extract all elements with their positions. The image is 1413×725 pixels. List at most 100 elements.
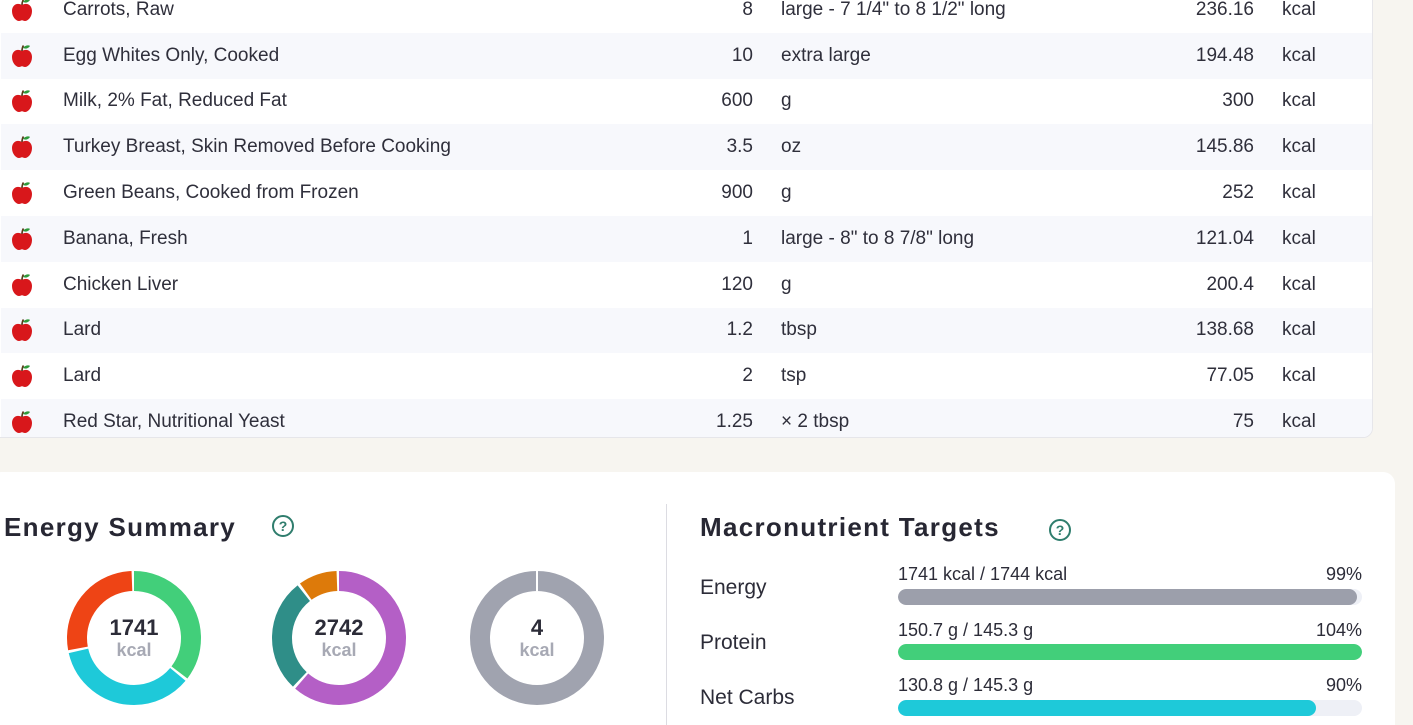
macro-percent-energy: 99% (1325, 564, 1362, 584)
macro-label-net-carbs: Net Carbs (700, 686, 795, 709)
food-amount: 1.2 (726, 319, 753, 341)
energy-target-donut[interactable]: 4 kcal (467, 568, 607, 708)
food-name: Lard (63, 319, 102, 341)
food-amount: 120 (721, 273, 753, 295)
food-amount: 900 (721, 182, 753, 204)
food-log-rows: Carrots, Raw 8 large - 7 1/4" to 8 1/2" lo… (1, 0, 1372, 437)
food-calories-unit: kcal (1282, 0, 1316, 20)
food-unit: large - 7 1/4" to 8 1/2" long (781, 0, 1006, 20)
apple-icon (11, 410, 33, 434)
food-amount: 8 (742, 0, 753, 20)
food-calories-unit: kcal (1282, 273, 1316, 295)
food-name: Banana, Fresh (63, 227, 188, 249)
food-calories: 145.86 (1195, 136, 1254, 158)
food-unit: extra large (781, 44, 871, 66)
macro-percent-protein: 104% (1315, 620, 1362, 640)
donut-unit: kcal (116, 640, 152, 660)
macro-bar-fill (898, 700, 1316, 716)
macro-bar-fill (898, 589, 1358, 605)
apple-icon (11, 227, 33, 251)
food-amount: 1.25 (716, 411, 753, 433)
food-row[interactable]: Turkey Breast, Skin Removed Before Cooki… (1, 124, 1372, 171)
food-name: Red Star, Nutritional Yeast (63, 411, 285, 433)
food-unit: g (781, 90, 792, 112)
donut-unit: kcal (519, 640, 555, 660)
food-amount: 1 (742, 227, 753, 249)
food-row[interactable]: Red Star, Nutritional Yeast 1.25 × 2 tbsp 7… (1, 399, 1372, 437)
food-row[interactable]: Chicken Liver 120 g 200.4 kcal (1, 262, 1372, 308)
food-amount: 3.5 (726, 136, 753, 158)
macro-targets-title: Macronutrient Targets (700, 512, 1000, 542)
food-unit: g (781, 182, 792, 204)
food-log-card: Carrots, Raw 8 large - 7 1/4" to 8 1/2" lo… (0, 0, 1373, 438)
food-row[interactable]: Banana, Fresh 1 large - 8" to 8 7/8" long 1… (1, 215, 1372, 262)
macro-text-protein: 150.7 g / 145.3 g (898, 620, 1034, 640)
summary-card: Energy Summary ? 1741 kcal 2742 kcal 4 k… (0, 472, 1395, 725)
food-calories-unit: kcal (1282, 44, 1316, 66)
food-unit: oz (781, 136, 802, 158)
macro-text-net-carbs: 130.8 g / 145.3 g (898, 675, 1034, 695)
macro-bar-fill (898, 644, 1362, 660)
apple-icon (11, 273, 33, 297)
food-name: Carrots, Raw (63, 0, 174, 20)
food-unit: tsp (781, 365, 807, 387)
macro-text-energy: 1741 kcal / 1744 kcal (898, 564, 1068, 584)
energy-consumed-donut[interactable]: 1741 kcal (64, 568, 204, 708)
energy-summary-help-icon[interactable]: ? (272, 515, 294, 537)
food-unit: × 2 tbsp (781, 411, 850, 433)
apple-icon (11, 89, 33, 113)
energy-burned-donut[interactable]: 2742 kcal (269, 568, 409, 708)
food-row[interactable]: Lard 2 tsp 77.05 kcal (1, 353, 1372, 399)
food-unit: large - 8" to 8 7/8" long (781, 227, 975, 249)
macro-label-protein: Protein (700, 631, 767, 654)
food-calories-unit: kcal (1282, 136, 1316, 158)
food-amount: 2 (742, 365, 753, 387)
donut-value: 4 (530, 615, 544, 640)
macro-percent-net-carbs: 90% (1325, 675, 1362, 695)
food-calories: 77.05 (1206, 365, 1254, 387)
food-row[interactable]: Lard 1.2 tbsp 138.68 kcal (1, 307, 1372, 354)
macro-targets-help-icon[interactable]: ? (1049, 519, 1071, 541)
macro-label-energy: Energy (700, 576, 767, 599)
food-calories: 75 (1232, 411, 1254, 433)
food-row[interactable]: Green Beans, Cooked from Frozen 900 g 252 kc… (1, 170, 1372, 216)
food-row[interactable]: Milk, 2% Fat, Reduced Fat 600 g 300 kcal (1, 79, 1372, 125)
food-unit: g (781, 273, 792, 295)
food-calories-unit: kcal (1282, 90, 1316, 112)
macro-bar-protein (898, 644, 1362, 660)
food-calories-unit: kcal (1282, 227, 1316, 249)
food-name: Milk, 2% Fat, Reduced Fat (63, 90, 287, 112)
food-name: Egg Whites Only, Cooked (63, 44, 280, 66)
energy-summary-title: Energy Summary (4, 512, 237, 542)
food-calories: 194.48 (1195, 44, 1254, 66)
donut-unit: kcal (321, 640, 357, 660)
food-calories: 121.04 (1195, 227, 1254, 249)
food-calories-unit: kcal (1282, 182, 1316, 204)
apple-icon (11, 135, 33, 159)
food-calories: 236.16 (1195, 0, 1254, 20)
food-name: Green Beans, Cooked from Frozen (63, 182, 359, 204)
food-unit: tbsp (781, 319, 817, 341)
macro-bar-energy (898, 589, 1362, 605)
food-calories-unit: kcal (1282, 319, 1316, 341)
section-divider (666, 504, 667, 725)
apple-icon (11, 0, 33, 22)
food-amount: 10 (731, 44, 753, 66)
apple-icon (11, 181, 33, 205)
food-calories: 252 (1222, 182, 1254, 204)
macro-bar-net-carbs (898, 700, 1362, 716)
food-row[interactable]: Carrots, Raw 8 large - 7 1/4" to 8 1/2" lo… (1, 0, 1372, 33)
food-calories: 200.4 (1206, 273, 1254, 295)
apple-icon (11, 364, 33, 388)
food-name: Turkey Breast, Skin Removed Before Cooki… (63, 136, 451, 158)
food-calories-unit: kcal (1282, 411, 1316, 433)
food-calories: 138.68 (1195, 319, 1254, 341)
food-calories-unit: kcal (1282, 365, 1316, 387)
donut-value: 2742 (314, 615, 364, 640)
food-amount: 600 (721, 90, 753, 112)
apple-icon (11, 318, 33, 342)
donut-value: 1741 (109, 615, 159, 640)
food-name: Lard (63, 365, 102, 387)
food-row[interactable]: Egg Whites Only, Cooked 10 extra large 194.… (1, 32, 1372, 79)
apple-icon (11, 44, 33, 68)
